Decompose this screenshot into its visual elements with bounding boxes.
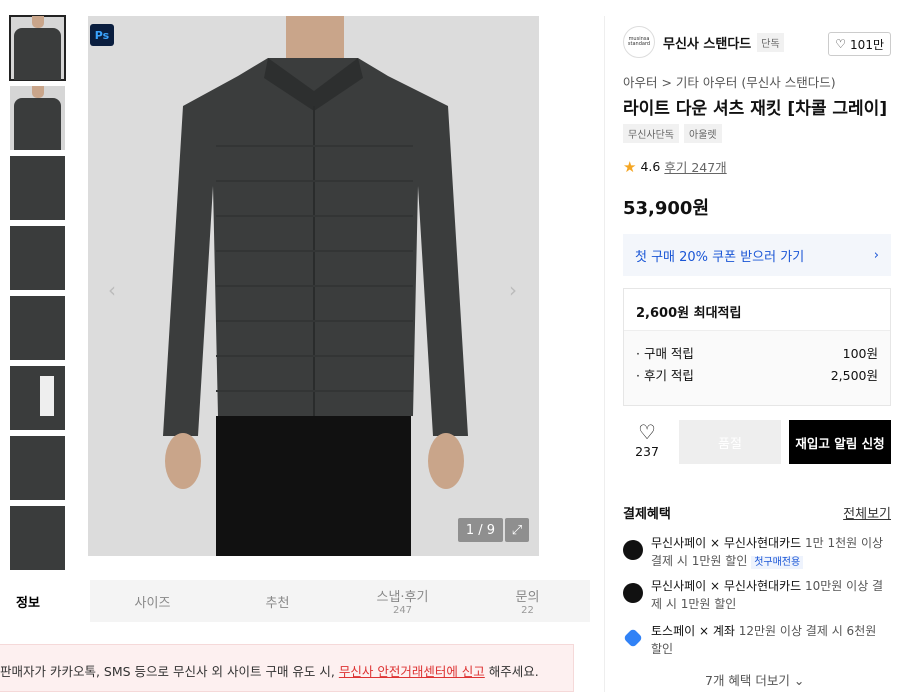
benefit-item: 토스페이 × 계좌 12만원 이상 결제 시 6천원 할인	[623, 622, 891, 658]
brand-logo: musinsa standard	[623, 26, 655, 58]
review-link[interactable]: 후기 247개	[664, 157, 726, 176]
brand-name[interactable]: 무신사 스탠다드	[663, 33, 751, 52]
wish-count: 237	[635, 444, 659, 459]
points-value: 100원	[842, 345, 878, 361]
restock-alert-button[interactable]: 재입고 알림 신청	[789, 420, 891, 464]
product-tags: 무신사단독 아울렛	[623, 124, 722, 143]
thumbnail-7[interactable]	[10, 436, 65, 500]
thumbnail-2[interactable]	[10, 86, 65, 150]
tag: 무신사단독	[623, 124, 679, 143]
payment-benefits-header: 결제혜택 전체보기	[623, 503, 891, 522]
report-link[interactable]: 무신사 안전거래센터에 신고	[339, 664, 485, 679]
brand-like-button[interactable]: ♡ 101만	[828, 32, 891, 56]
tab-label: 스냅·후기	[376, 590, 429, 605]
tab-qna[interactable]: 문의 22	[465, 580, 590, 622]
benefit-item: 무신사페이 × 무신사현대카드 10만원 이상 결제 시 1만원 할인	[623, 577, 891, 613]
tab-count: 247	[392, 605, 413, 616]
thumbnail-3[interactable]	[10, 156, 65, 220]
brand-tag: 단독	[757, 32, 784, 52]
thumbnail-6[interactable]	[10, 366, 65, 430]
thumbnail-8[interactable]	[10, 506, 65, 570]
chevron-down-icon: ⌄	[793, 673, 805, 688]
coupon-banner[interactable]: 첫 구매 20% 쿠폰 받으러 가기 ›	[623, 234, 891, 276]
chevron-right-icon: ›	[873, 247, 879, 263]
tab-info[interactable]: 정보	[0, 580, 90, 622]
points-row: · 후기 적립 2,500원	[624, 363, 890, 385]
points-label: · 구매 적립	[636, 345, 694, 361]
tab-label: 문의	[515, 590, 540, 605]
coupon-label: 첫 구매 20% 쿠폰 받으러 가기	[635, 249, 805, 265]
like-count: 101만	[850, 37, 884, 52]
tab-recommend[interactable]: 추천	[215, 580, 340, 622]
thumbnail-5[interactable]	[10, 296, 65, 360]
warning-text: 판매자가 카카오톡, SMS 등으로 무신사 외 사이트 구매 유도 시,	[0, 664, 339, 679]
rating-value: 4.6	[640, 159, 661, 174]
thumbnail-1[interactable]	[9, 15, 66, 81]
star-icon: ★	[623, 157, 637, 176]
benefit-name: 무신사페이 × 무신사현대카드	[651, 536, 802, 550]
benefit-name: 토스페이 × 계좌	[651, 624, 735, 638]
card-icon	[623, 540, 643, 560]
soldout-button: 품절	[679, 420, 781, 464]
view-all-link[interactable]: 전체보기	[843, 503, 891, 522]
breadcrumb[interactable]: 아우터 > 기타 아우터 (무신사 스탠다드)	[623, 72, 836, 91]
tab-label: 사이즈	[134, 595, 171, 611]
safety-warning: 판매자가 카카오톡, SMS 등으로 무신사 외 사이트 구매 유도 시, 무신…	[0, 644, 574, 692]
product-info-panel: musinsa standard 무신사 스탠다드 단독 ♡ 101만 아우터 >…	[604, 16, 899, 692]
points-label: · 후기 적립	[636, 367, 694, 383]
prev-image-icon[interactable]: ‹	[108, 278, 116, 302]
points-row: · 구매 적립 100원	[624, 341, 890, 363]
tag: 아울렛	[684, 124, 722, 143]
product-photo	[88, 16, 539, 556]
tab-size[interactable]: 사이즈	[90, 580, 215, 622]
photoshop-icon: Ps	[90, 24, 114, 46]
wishlist-button[interactable]: ♡ 237	[623, 420, 671, 459]
price: 53,900원	[623, 198, 710, 219]
benefit-name: 무신사페이 × 무신사현대카드	[651, 579, 802, 593]
main-product-image[interactable]: Ps ‹ › 1 / 9 ⤢	[88, 16, 539, 556]
card-icon	[623, 583, 643, 603]
detail-tabs: 정보 사이즈 추천 스냅·후기 247 문의 22	[0, 580, 590, 622]
benefit-item: 무신사페이 × 무신사현대카드 1만 1천원 이상 결제 시 1만원 할인 첫구…	[623, 534, 891, 572]
tab-reviews[interactable]: 스냅·후기 247	[340, 580, 465, 622]
rating: ★ 4.6 후기 247개	[623, 157, 727, 176]
thumbnail-4[interactable]	[10, 226, 65, 290]
more-benefits-button[interactable]: 7개 혜택 더보기 ⌄	[705, 670, 804, 689]
thumbnail-list	[9, 15, 66, 576]
expand-icon[interactable]: ⤢	[505, 518, 529, 542]
benefit-chip: 첫구매전용	[751, 556, 804, 569]
image-counter: 1 / 9	[457, 518, 503, 542]
tab-label: 정보	[16, 595, 40, 611]
warning-suffix: 해주세요.	[484, 664, 539, 679]
tab-label: 추천	[265, 595, 290, 611]
next-image-icon[interactable]: ›	[509, 278, 517, 302]
heart-icon: ♡	[835, 37, 847, 51]
tosspay-icon	[623, 628, 643, 648]
points-box: 2,600원 최대적립 · 구매 적립 100원 · 후기 적립 2,500원	[623, 288, 891, 406]
points-value: 2,500원	[830, 367, 878, 383]
more-label: 7개 혜택 더보기	[705, 673, 790, 688]
payment-title: 결제혜택	[623, 507, 671, 522]
max-points: 2,600원 최대적립	[624, 289, 890, 331]
product-title: 라이트 다운 셔츠 재킷 [차콜 그레이]	[623, 99, 888, 119]
brand-row[interactable]: musinsa standard 무신사 스탠다드 단독	[623, 26, 784, 58]
tab-count: 22	[521, 605, 534, 616]
heart-icon: ♡	[638, 420, 656, 444]
